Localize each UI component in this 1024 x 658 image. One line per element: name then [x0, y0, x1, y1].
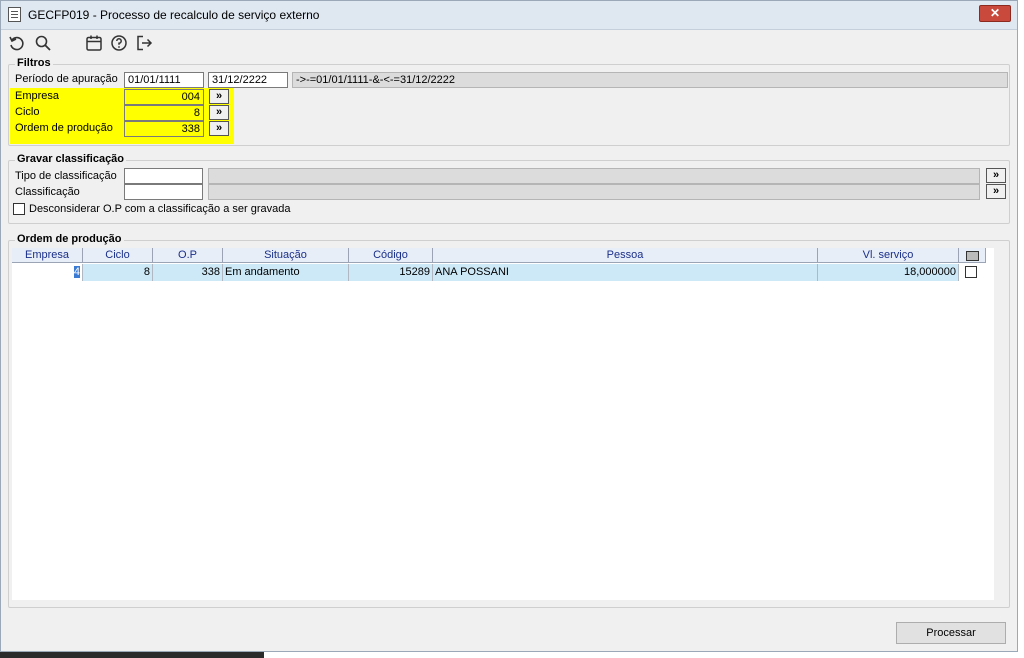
empresa-field[interactable]: 004 — [124, 89, 204, 105]
cell-valor: 18,000000 — [818, 264, 959, 281]
op-label: Ordem de produção — [15, 122, 113, 134]
column-header-situacao[interactable]: Situação — [223, 248, 349, 263]
ordem-grid: Empresa Ciclo O.P Situação Código Pessoa… — [12, 248, 994, 600]
periodo-inicio-field[interactable]: 01/01/1111 — [124, 72, 204, 88]
search-icon[interactable] — [34, 34, 52, 52]
tipo-classificacao-description — [208, 168, 980, 184]
title-bar: GECFP019 - Processo de recalculo de serv… — [1, 1, 1017, 30]
cell-ciclo: 8 — [83, 264, 153, 281]
column-header-pessoa[interactable]: Pessoa — [433, 248, 818, 263]
toolbar — [1, 30, 1017, 56]
desconsiderar-checkbox[interactable] — [13, 203, 25, 215]
classificacao-description — [208, 184, 980, 200]
column-header-codigo[interactable]: Código — [349, 248, 433, 263]
op-lookup-button[interactable]: » — [209, 121, 229, 136]
desconsiderar-label: Desconsiderar O.P com a classificação a … — [29, 203, 291, 215]
column-header-ciclo[interactable]: Ciclo — [83, 248, 153, 263]
periodo-label: Período de apuração — [15, 73, 118, 85]
cell-empresa-value: 4 — [73, 266, 80, 278]
row-select-checkbox[interactable] — [965, 266, 977, 278]
tipo-classificacao-field[interactable] — [124, 168, 203, 184]
op-field[interactable]: 338 — [124, 121, 204, 137]
cell-codigo: 15289 — [349, 264, 433, 281]
exit-icon[interactable] — [135, 34, 153, 52]
close-button[interactable]: ✕ — [979, 5, 1011, 22]
cell-empresa[interactable]: 4 — [12, 264, 83, 281]
column-header-empresa[interactable]: Empresa — [12, 248, 83, 263]
cell-pessoa: ANA POSSANI — [433, 264, 818, 281]
help-icon[interactable] — [110, 34, 128, 52]
ciclo-lookup-button[interactable]: » — [209, 105, 229, 120]
cell-situacao: Em andamento — [223, 264, 349, 281]
classificacao-lookup-button[interactable]: » — [986, 184, 1006, 199]
tipo-classificacao-lookup-button[interactable]: » — [986, 168, 1006, 183]
undo-icon[interactable] — [8, 34, 26, 52]
document-icon — [8, 7, 21, 22]
main-window: GECFP019 - Processo de recalculo de serv… — [0, 0, 1018, 652]
periodo-fim-field[interactable]: 31/12/2222 — [208, 72, 288, 88]
column-header-op[interactable]: O.P — [153, 248, 223, 263]
gravar-title: Gravar classificação — [15, 153, 127, 165]
background-strip — [0, 652, 264, 658]
ciclo-label: Ciclo — [15, 106, 40, 118]
classificacao-label: Classificação — [15, 186, 80, 198]
cell-op: 338 — [153, 264, 223, 281]
processar-button[interactable]: Processar — [896, 622, 1006, 644]
select-all-icon — [965, 251, 979, 261]
periodo-expression: ->-=01/01/1111-&-<-=31/12/2222 — [292, 72, 1008, 88]
empresa-label: Empresa — [15, 90, 60, 102]
ciclo-field[interactable]: 8 — [124, 105, 204, 121]
ordem-title: Ordem de produção — [15, 233, 124, 245]
filtros-title: Filtros — [15, 57, 53, 69]
tipo-classificacao-label: Tipo de classificação — [15, 170, 117, 182]
classificacao-field[interactable] — [124, 184, 203, 200]
window-title: GECFP019 - Processo de recalculo de serv… — [28, 8, 320, 22]
column-header-valor[interactable]: Vl. serviço — [818, 248, 959, 263]
empresa-lookup-button[interactable]: » — [209, 89, 229, 104]
calendar-icon[interactable] — [85, 34, 103, 52]
column-header-select-all[interactable] — [959, 248, 986, 263]
